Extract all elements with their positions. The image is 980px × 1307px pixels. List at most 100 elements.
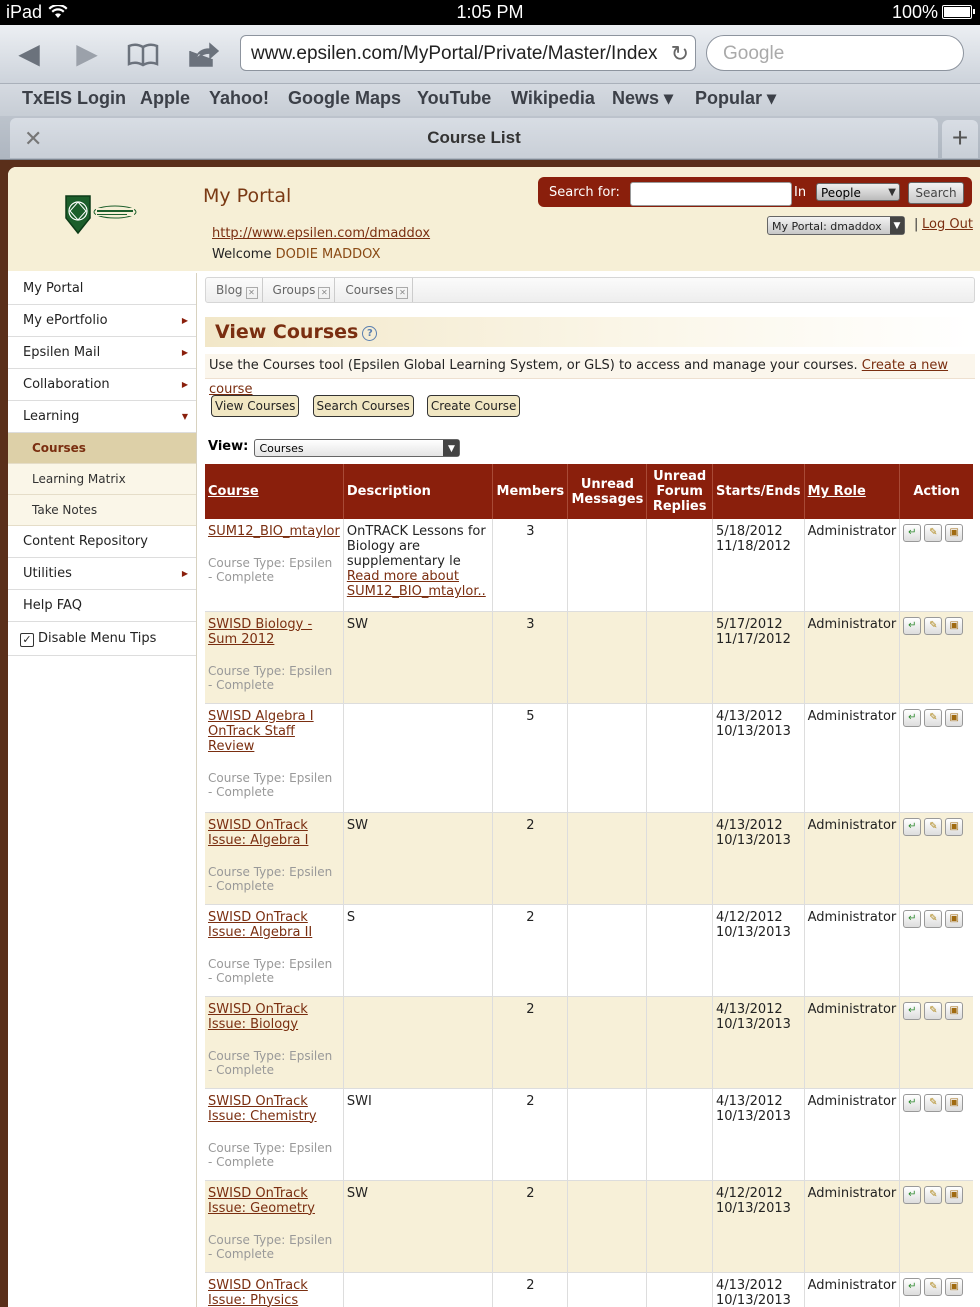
- sidebar-subitem-learning-matrix[interactable]: Learning Matrix: [8, 464, 196, 495]
- search-button[interactable]: Search: [908, 182, 964, 204]
- share-icon[interactable]: [186, 37, 220, 71]
- enter-course-icon[interactable]: ↵: [903, 1185, 922, 1204]
- course-link[interactable]: SWISD Algebra I OnTrack Staff Review: [208, 709, 314, 754]
- checkbox-checked-icon[interactable]: ✓: [20, 633, 34, 647]
- bookmark-txeis[interactable]: TxEIS Login: [22, 88, 126, 109]
- enter-course-icon[interactable]: ↵: [903, 817, 922, 836]
- column-course[interactable]: Course: [205, 464, 344, 519]
- course-link[interactable]: SWISD OnTrack Issue: Geometry: [208, 1186, 315, 1216]
- archive-course-icon[interactable]: ▣: [945, 616, 964, 635]
- read-more-link[interactable]: Read more about SUM12_BIO_mtaylor..: [347, 569, 486, 599]
- unread-forum-cell: [646, 1088, 713, 1181]
- archive-course-icon[interactable]: ▣: [945, 1185, 964, 1204]
- sidebar-item-my-portal[interactable]: My Portal: [8, 273, 196, 305]
- description-cell: SW: [343, 812, 494, 905]
- enter-course-icon[interactable]: ↵: [903, 1277, 922, 1296]
- portal-url-link[interactable]: http://www.epsilen.com/dmaddox: [212, 226, 430, 241]
- edit-course-icon[interactable]: ✎: [924, 708, 943, 727]
- edit-course-icon[interactable]: ✎: [924, 1277, 943, 1296]
- sidebar-subitem-courses[interactable]: Courses: [8, 433, 196, 464]
- chevron-right-icon: ▶: [181, 316, 188, 325]
- enter-course-icon[interactable]: ↵: [903, 1001, 922, 1020]
- action-cell: ↵ ✎ ▣: [899, 904, 973, 997]
- help-icon[interactable]: ?: [362, 326, 378, 341]
- bookmark-popular[interactable]: Popular ▾: [695, 88, 776, 109]
- course-link[interactable]: SWISD OnTrack Issue: Chemistry: [208, 1094, 317, 1124]
- archive-course-icon[interactable]: ▣: [945, 909, 964, 928]
- start-date: 4/13/2012: [716, 1001, 783, 1017]
- bookmark-news[interactable]: News ▾: [612, 88, 673, 109]
- enter-course-icon[interactable]: ↵: [903, 616, 922, 635]
- action-cell: ↵ ✎ ▣: [899, 996, 973, 1089]
- back-icon[interactable]: ◀: [12, 37, 46, 71]
- bookmarks-icon[interactable]: [126, 37, 160, 71]
- edit-course-icon[interactable]: ✎: [924, 1001, 943, 1020]
- edit-course-icon[interactable]: ✎: [924, 909, 943, 928]
- edit-course-icon[interactable]: ✎: [924, 1185, 943, 1204]
- course-link[interactable]: SWISD OnTrack Issue: Biology: [208, 1002, 308, 1032]
- sidebar-item-help-faq[interactable]: Help FAQ: [8, 590, 196, 622]
- reload-icon[interactable]: ↻: [666, 36, 689, 70]
- description-cell: SWI: [343, 1088, 494, 1181]
- search-scope-select[interactable]: People: [816, 183, 900, 202]
- bookmark-apple[interactable]: Apple: [140, 88, 190, 109]
- edit-course-icon[interactable]: ✎: [924, 616, 943, 635]
- sidebar-item-utilities[interactable]: Utilities ▶: [8, 558, 196, 590]
- course-link[interactable]: SWISD OnTrack Issue: Physics: [208, 1278, 308, 1307]
- edit-course-icon[interactable]: ✎: [924, 817, 943, 836]
- course-link[interactable]: SUM12_BIO_mtaylor: [208, 524, 340, 539]
- end-date: 11/17/2012: [716, 631, 791, 647]
- course-link[interactable]: SWISD OnTrack Issue: Algebra I: [208, 818, 308, 848]
- edit-course-icon[interactable]: ✎: [924, 1093, 943, 1112]
- bookmark-google-maps[interactable]: Google Maps: [288, 88, 401, 109]
- enter-course-icon[interactable]: ↵: [903, 909, 922, 928]
- column-my-role[interactable]: My Role: [804, 464, 901, 519]
- column-starts-ends: Starts/Ends: [712, 464, 805, 519]
- browser-search-input[interactable]: Google: [706, 35, 964, 71]
- course-cell: SWISD Algebra I OnTrack Staff Review Cour…: [205, 703, 344, 813]
- enter-course-icon[interactable]: ↵: [903, 1093, 922, 1112]
- sidebar-subitem-take-notes[interactable]: Take Notes: [8, 495, 196, 526]
- bookmark-youtube[interactable]: YouTube: [417, 88, 491, 109]
- close-icon[interactable]: ✕: [245, 287, 258, 299]
- close-icon[interactable]: ✕: [396, 287, 409, 299]
- create-course-button[interactable]: Create Course: [426, 395, 521, 417]
- subtab-blog[interactable]: Blog ✕: [206, 278, 263, 302]
- sidebar-item-mail[interactable]: Epsilen Mail ▶: [8, 337, 196, 369]
- sidebar-item-content-repository[interactable]: Content Repository: [8, 526, 196, 558]
- view-courses-button[interactable]: View Courses: [211, 395, 300, 417]
- archive-course-icon[interactable]: ▣: [945, 524, 964, 542]
- bookmark-wikipedia[interactable]: Wikipedia: [511, 88, 595, 109]
- archive-course-icon[interactable]: ▣: [945, 1093, 964, 1112]
- view-select[interactable]: Courses: [254, 439, 461, 457]
- subtab-groups[interactable]: Groups ✕: [263, 278, 336, 302]
- logout-link[interactable]: Log Out: [922, 217, 973, 232]
- sidebar-item-collaboration[interactable]: Collaboration ▶: [8, 369, 196, 401]
- tab-course-list[interactable]: ✕ Course List: [10, 118, 938, 158]
- enter-course-icon[interactable]: ↵: [903, 524, 922, 542]
- portal-search-input[interactable]: [630, 182, 792, 206]
- table-row: SWISD OnTrack Issue: Algebra II Course Ty…: [205, 904, 973, 997]
- close-icon[interactable]: ✕: [318, 287, 331, 299]
- table-row: SUM12_BIO_mtaylor Course Type: Epsilen - …: [205, 519, 973, 612]
- forward-icon[interactable]: ▶: [70, 37, 104, 71]
- course-link[interactable]: SWISD OnTrack Issue: Algebra II: [208, 910, 312, 940]
- archive-course-icon[interactable]: ▣: [945, 708, 964, 727]
- new-tab-icon[interactable]: +: [942, 120, 978, 158]
- edit-course-icon[interactable]: ✎: [924, 524, 943, 542]
- search-courses-button[interactable]: Search Courses: [312, 395, 414, 417]
- url-bar[interactable]: www.epsilen.com/MyPortal/Private/Master/…: [240, 35, 696, 71]
- archive-course-icon[interactable]: ▣: [945, 817, 964, 836]
- disable-menu-tips[interactable]: ✓ Disable Menu Tips: [8, 622, 196, 656]
- portal-user-select[interactable]: My Portal: dmaddox: [767, 216, 905, 235]
- course-link[interactable]: SWISD Biology - Sum 2012: [208, 617, 312, 647]
- intro-text: Use the Courses tool (Epsilen Global Lea…: [205, 354, 975, 397]
- enter-course-icon[interactable]: ↵: [903, 708, 922, 727]
- sidebar-item-eportfolio[interactable]: My ePortfolio ▶: [8, 305, 196, 337]
- archive-course-icon[interactable]: ▣: [945, 1001, 964, 1020]
- sidebar-item-learning[interactable]: Learning ▼: [8, 401, 196, 433]
- archive-course-icon[interactable]: ▣: [945, 1277, 964, 1296]
- subtab-courses[interactable]: Courses ✕: [335, 278, 414, 302]
- course-type: Course Type: Epsilen - Complete: [208, 663, 333, 692]
- bookmark-yahoo[interactable]: Yahoo!: [209, 88, 269, 109]
